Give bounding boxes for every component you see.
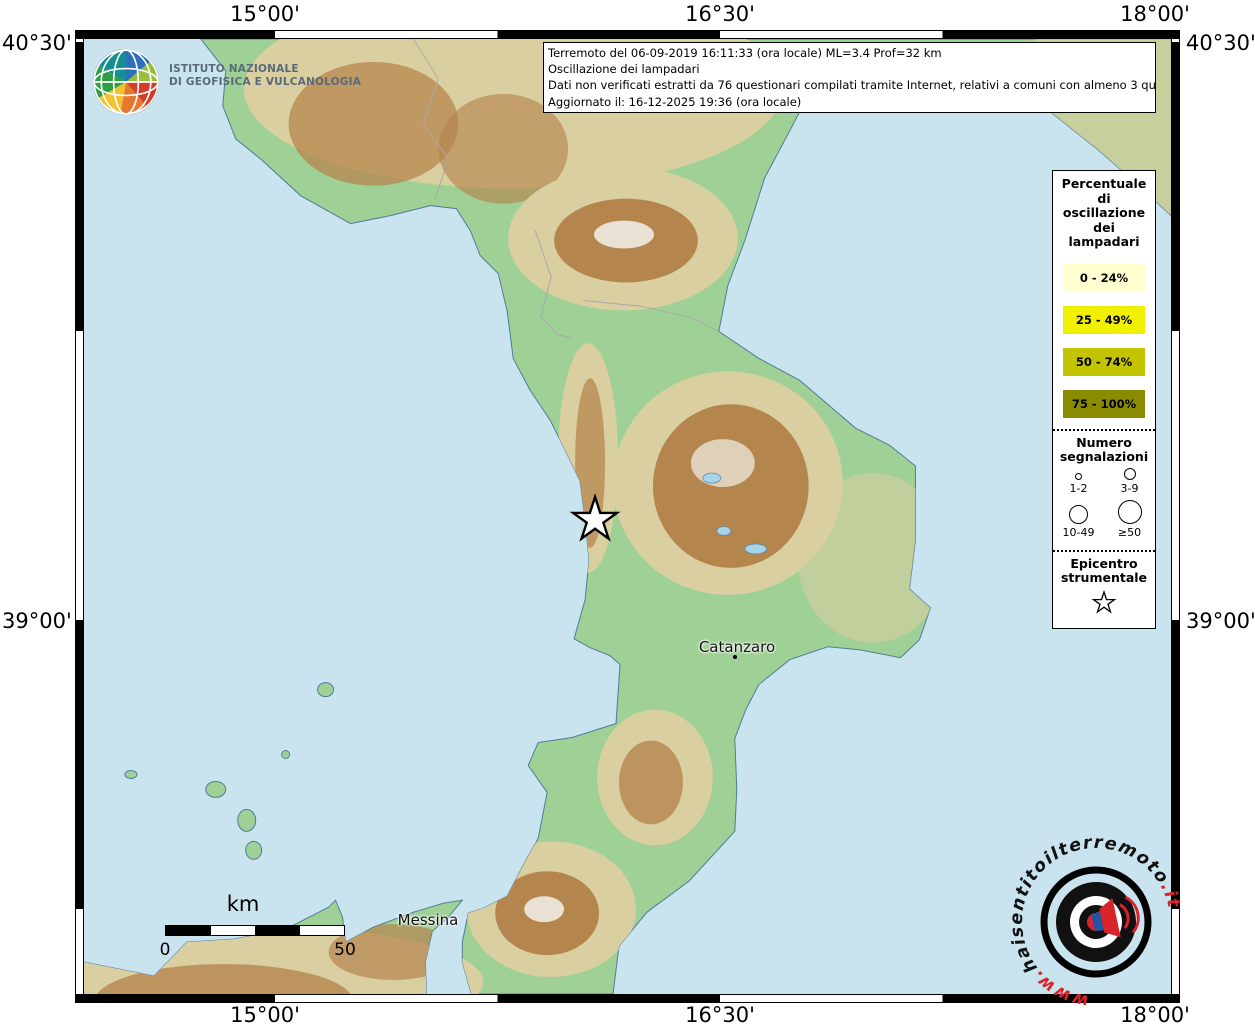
scalebar-min-label: 0 bbox=[160, 940, 171, 960]
signal-size-grid: 1-2 3-9 10-49 ≥50 bbox=[1053, 468, 1155, 539]
legend-epicenter-title: strumentale bbox=[1053, 571, 1155, 586]
city-marker-catanzaro bbox=[733, 655, 737, 659]
scalebar bbox=[165, 925, 345, 936]
scalebar-segment bbox=[255, 926, 300, 935]
city-label-catanzaro: Catanzaro bbox=[699, 638, 775, 656]
legend-box: Percentuale di oscillazione dei lampadar… bbox=[1052, 170, 1156, 629]
scalebar-max-label: 50 bbox=[334, 940, 356, 960]
aeolian-island-panarea bbox=[282, 751, 290, 759]
axis-label-lon: 18°00' bbox=[1120, 2, 1190, 26]
signal-size-item: 3-9 bbox=[1104, 468, 1155, 495]
legend-class-swatch: 75 - 100% bbox=[1063, 390, 1145, 418]
siren-target-icon: www.haisentitoilterremoto.it bbox=[980, 806, 1212, 1024]
axis-label-lon: 16°30' bbox=[685, 1003, 755, 1024]
terrain-pollino-peak bbox=[594, 221, 654, 249]
terrain-sila-peak bbox=[691, 439, 755, 487]
lake-arvo bbox=[717, 526, 731, 535]
signal-size-label: ≥50 bbox=[1118, 526, 1141, 539]
legend-epicenter-title: Epicentro bbox=[1053, 557, 1155, 572]
epicenter-star-icon bbox=[1089, 590, 1119, 616]
legend-title-line: lampadari bbox=[1053, 235, 1155, 250]
signal-size-item: 1-2 bbox=[1053, 468, 1104, 495]
legend-signals-title: Numero bbox=[1053, 436, 1155, 451]
signal-size-label: 10-49 bbox=[1063, 526, 1095, 539]
signal-circle-icon bbox=[1118, 500, 1142, 524]
legend-class-swatch: 50 - 74% bbox=[1063, 348, 1145, 376]
frame-tick-band-left bbox=[76, 31, 84, 1002]
aeolian-island-stromboli bbox=[318, 683, 334, 697]
legend-class-swatch: 0 - 24% bbox=[1063, 264, 1145, 292]
axis-label-lat: 40°30' bbox=[2, 31, 68, 55]
ingv-globe-icon bbox=[92, 48, 160, 116]
signal-size-label: 1-2 bbox=[1070, 482, 1088, 495]
axis-label-lat: 39°00' bbox=[2, 609, 68, 633]
ingv-wordmark: ISTITUTO NAZIONALE DI GEOFISICA E VULCAN… bbox=[169, 63, 361, 116]
event-effect-line: Oscillazione dei lampadari bbox=[548, 61, 1151, 77]
signal-size-label: 3-9 bbox=[1121, 482, 1139, 495]
aeolian-island-lipari bbox=[238, 809, 256, 831]
legend-title-line: di bbox=[1053, 192, 1155, 207]
signal-circle-icon bbox=[1075, 473, 1082, 480]
signal-size-item: 10-49 bbox=[1053, 500, 1104, 539]
ingv-logo: ISTITUTO NAZIONALE DI GEOFISICA E VULCAN… bbox=[92, 48, 361, 116]
signal-circle-icon bbox=[1069, 505, 1088, 524]
axis-label-lon: 18°00' bbox=[1120, 1003, 1190, 1024]
axis-label-lon: 16°30' bbox=[685, 2, 755, 26]
event-info-box: Terremoto del 06-09-2019 16:11:33 (ora l… bbox=[543, 42, 1156, 113]
scalebar-unit-label: km bbox=[227, 892, 260, 916]
ingv-wordmark-line2: DI GEOFISICA E VULCANOLOGIA bbox=[169, 76, 361, 89]
axis-label-lon: 15°00' bbox=[230, 2, 300, 26]
legend-title-line: Percentuale bbox=[1053, 177, 1155, 192]
scalebar-segment bbox=[166, 926, 211, 935]
macroseismic-map-page: 15°00' 16°30' 18°00' 15°00' 16°30' 18°00… bbox=[0, 0, 1255, 1024]
legend-signals-title: segnalazioni bbox=[1053, 450, 1155, 465]
scalebar-segment bbox=[300, 926, 345, 935]
lake-cecita bbox=[703, 473, 721, 483]
event-updated-line: Aggiornato il: 16-12-2025 19:36 (ora loc… bbox=[548, 94, 1151, 110]
legend-title-line: oscillazione bbox=[1053, 206, 1155, 221]
city-label-messina: Messina bbox=[398, 911, 459, 929]
aeolian-island-filicudi bbox=[125, 770, 137, 778]
axis-label-lon: 15°00' bbox=[230, 1003, 300, 1024]
legend-separator bbox=[1053, 550, 1155, 552]
ingv-wordmark-line1: ISTITUTO NAZIONALE bbox=[169, 63, 361, 76]
aeolian-island-salina bbox=[206, 781, 226, 797]
legend-separator bbox=[1053, 429, 1155, 431]
event-data-source-line: Dati non verificati estratti da 76 quest… bbox=[548, 77, 1151, 93]
terrain-aspromonte-peak bbox=[524, 896, 564, 922]
scalebar-segment bbox=[211, 926, 256, 935]
terrain-serre bbox=[619, 741, 683, 825]
aeolian-island-vulcano bbox=[246, 841, 262, 859]
legend-class-swatch: 25 - 49% bbox=[1063, 306, 1145, 334]
axis-label-lat: 39°00' bbox=[1186, 609, 1255, 633]
axis-label-lat: 40°30' bbox=[1186, 31, 1255, 55]
lake-ampollino bbox=[745, 544, 767, 554]
frame-tick-band-top bbox=[76, 31, 1179, 39]
haisentitoilterremoto-logo: www.haisentitoilterremoto.it bbox=[980, 806, 1212, 1024]
signal-circle-icon bbox=[1124, 468, 1136, 480]
event-summary-line: Terremoto del 06-09-2019 16:11:33 (ora l… bbox=[548, 45, 1151, 61]
signal-size-item: ≥50 bbox=[1104, 500, 1155, 539]
legend-title-line: dei bbox=[1053, 221, 1155, 236]
